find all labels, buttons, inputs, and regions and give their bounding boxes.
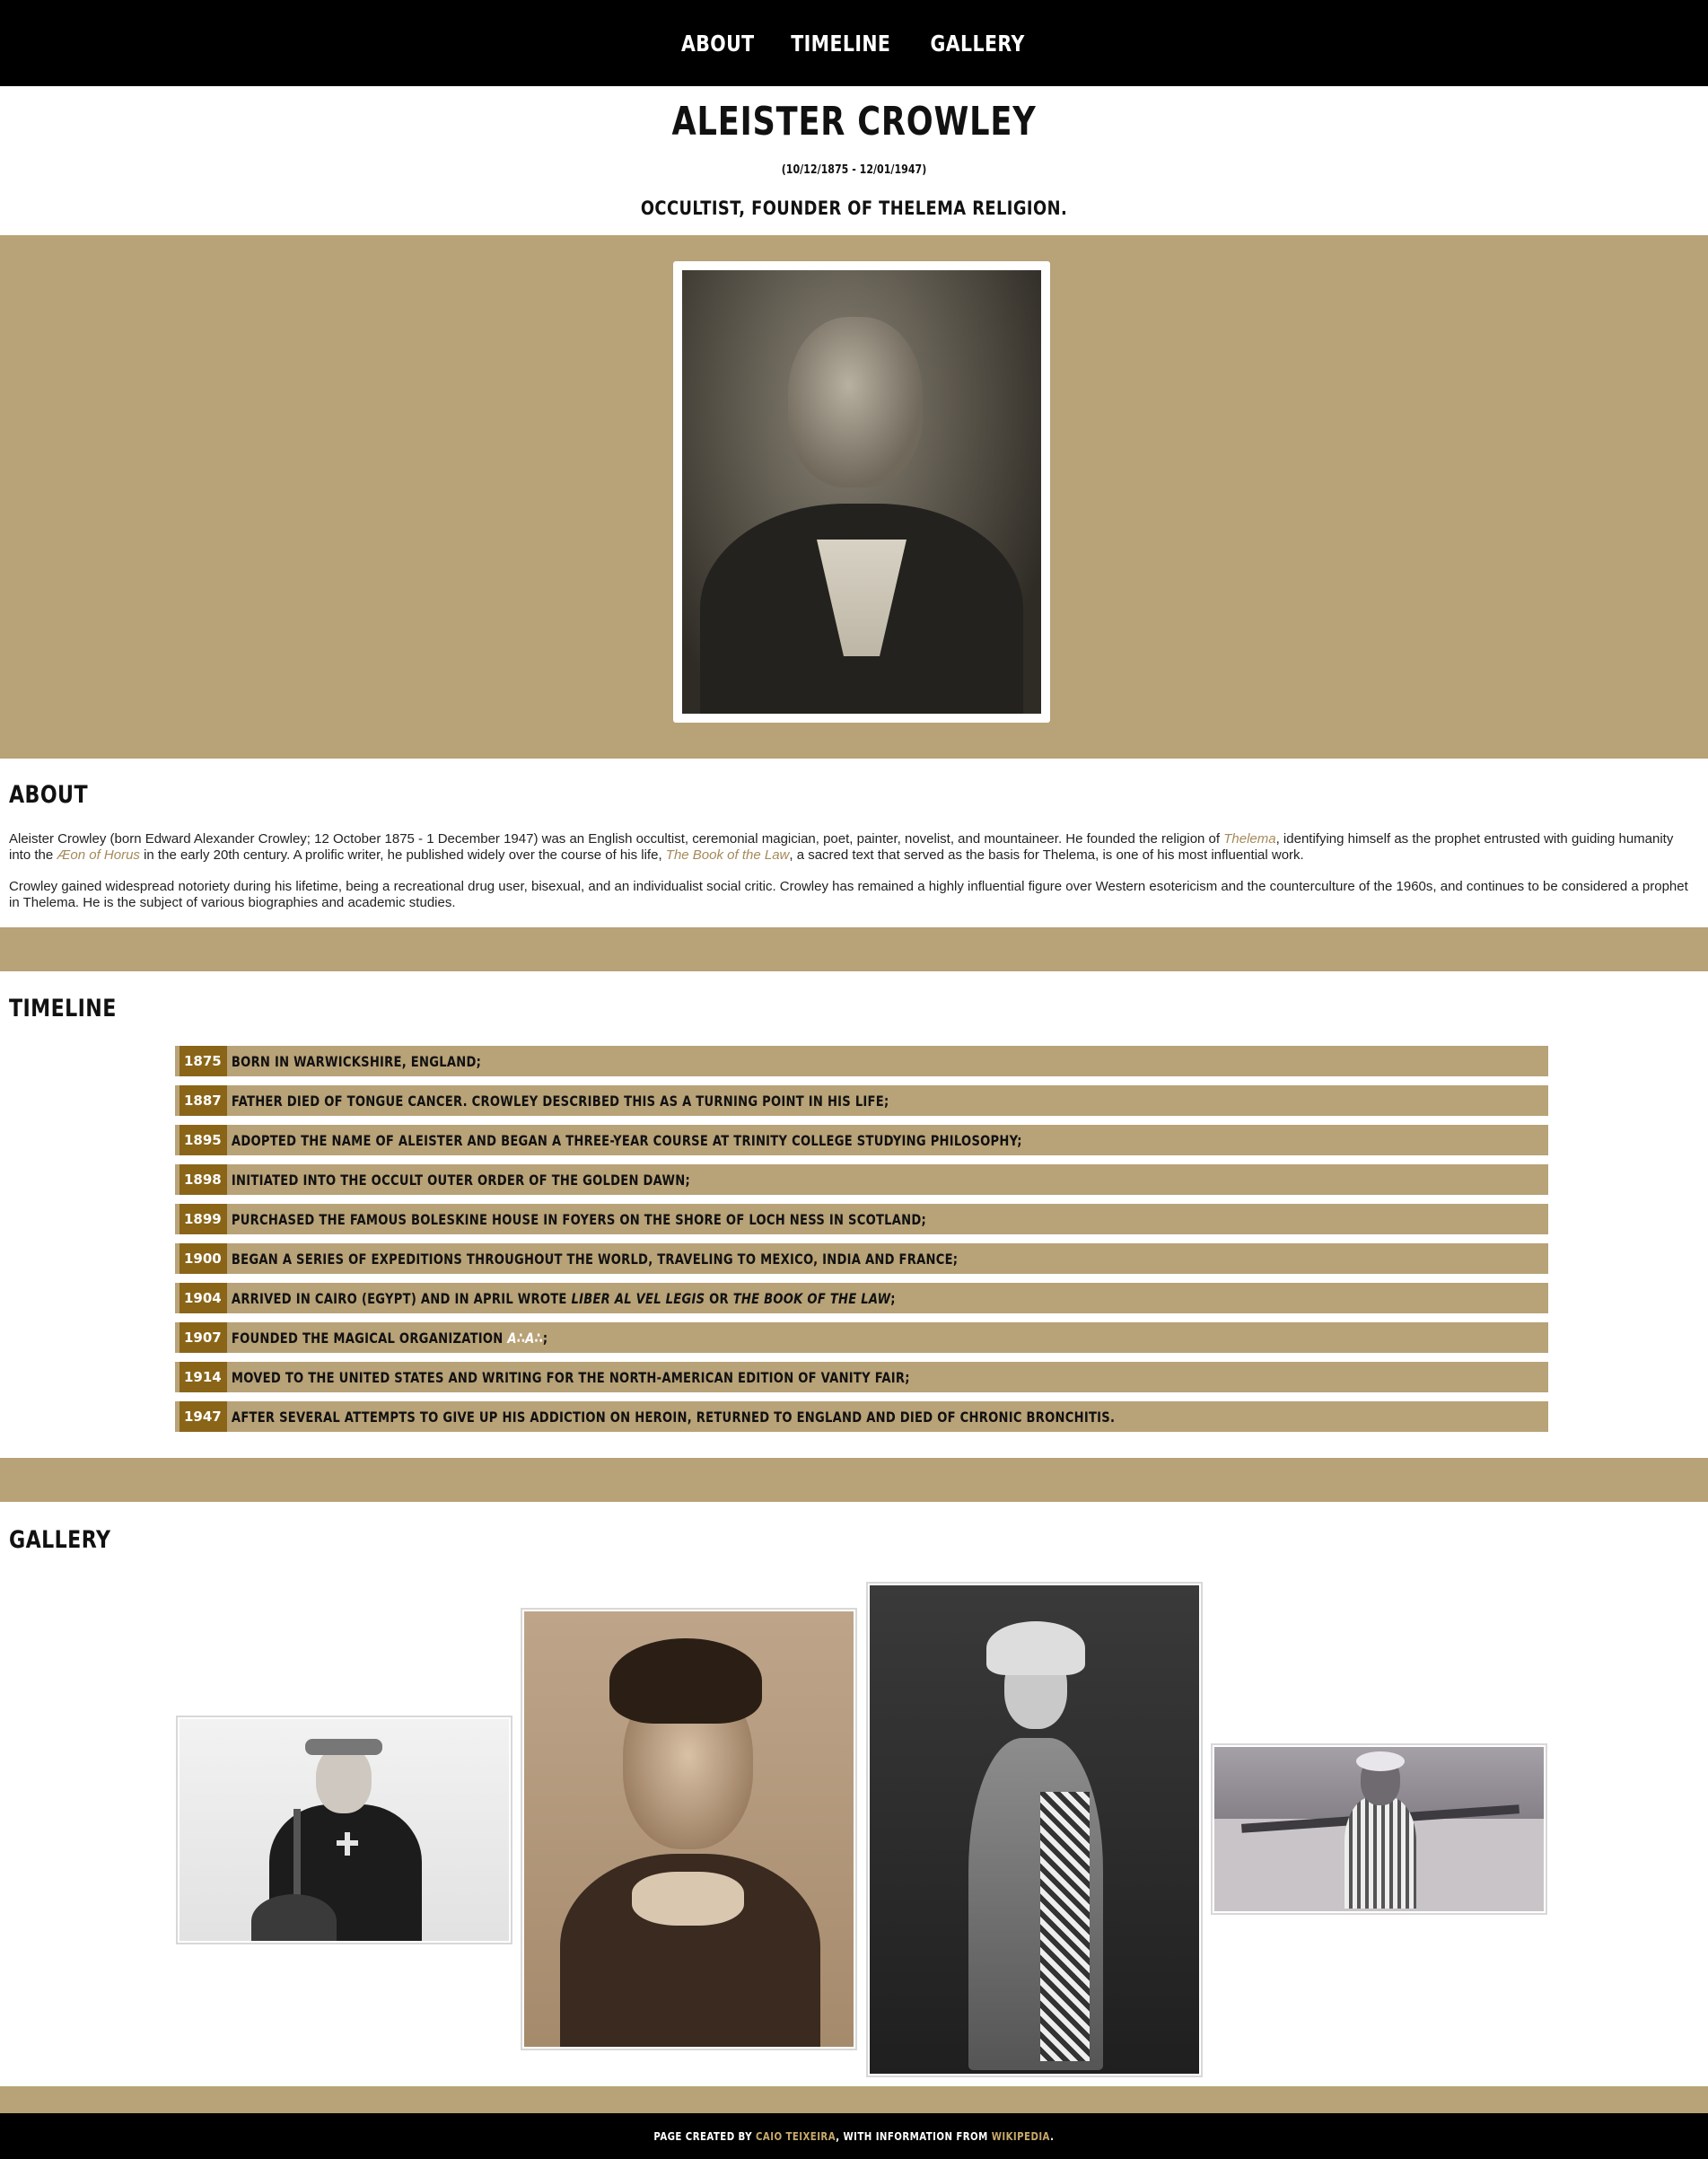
timeline-year: 1899 [180, 1204, 227, 1234]
timeline-year: 1898 [180, 1164, 227, 1195]
author-link[interactable]: CAIO TEIXEIRA [756, 2130, 836, 2143]
timeline-year: 1895 [180, 1125, 227, 1155]
timeline-item: 1898 INITIATED INTO THE OCCULT OUTER ORDE… [175, 1164, 1548, 1195]
about-text: Aleister Crowley (born Edward Alexander … [9, 831, 1696, 926]
portrait-image [673, 261, 1050, 723]
footer-prefix: PAGE CREATED BY [653, 2129, 757, 2143]
timeline-text: BEGAN A SERIES OF EXPEDITIONS THROUGHOUT… [231, 1250, 959, 1268]
book-of-the-law-link[interactable]: The Book of the Law [666, 847, 790, 863]
timeline-item: 1947 AFTER SEVERAL ATTEMPTS TO GIVE UP HI… [175, 1401, 1548, 1432]
timeline-text: BORN IN WARWICKSHIRE, ENGLAND; [231, 1052, 481, 1070]
timeline-item: 1899 PURCHASED THE FAMOUS BOLESKINE HOUSE… [175, 1204, 1548, 1234]
divider-band-1 [0, 927, 1708, 971]
about-heading: ABOUT [9, 781, 88, 809]
timeline-year: 1947 [180, 1401, 227, 1432]
gallery-heading: GALLERY [9, 1526, 111, 1554]
timeline-year: 1914 [180, 1362, 227, 1392]
gallery-image-4[interactable] [1211, 1743, 1547, 1915]
about-paragraph-1: Aleister Crowley (born Edward Alexander … [9, 831, 1674, 863]
timeline-year: 1904 [180, 1283, 227, 1313]
timeline-list: 1875 BORN IN WARWICKSHIRE, ENGLAND; 1887 F… [175, 1046, 1548, 1441]
top-nav: ABOUT TIMELINE GALLERY [0, 0, 1708, 86]
book-of-law-title: THE BOOK OF THE LAW [732, 1289, 891, 1307]
timeline-item: 1887 FATHER DIED OF TONGUE CANCER. CROWLE… [175, 1085, 1548, 1116]
timeline-text: ARRIVED IN CAIRO (EGYPT) AND IN APRIL WR… [231, 1289, 896, 1307]
timeline-text: MOVED TO THE UNITED STATES AND WRITING F… [231, 1368, 910, 1386]
footer-middle: , WITH INFORMATION FROM [836, 2129, 992, 2143]
gallery-image-1[interactable] [176, 1716, 512, 1944]
wikipedia-link[interactable]: WIKIPEDIA [992, 2130, 1050, 2143]
about-paragraph-2: Crowley gained widespread notoriety duri… [9, 879, 1688, 910]
divider-band-2 [0, 1458, 1708, 1502]
thelema-link[interactable]: Thelema [1223, 831, 1275, 847]
timeline-item: 1900 BEGAN A SERIES OF EXPEDITIONS THROUG… [175, 1243, 1548, 1274]
aa-organization: A∴A∴ [507, 1329, 543, 1347]
timeline-item: 1904 ARRIVED IN CAIRO (EGYPT) AND IN APRI… [175, 1283, 1548, 1313]
divider-band-3 [0, 2086, 1708, 2113]
page-subtitle: OCCULTIST, FOUNDER OF THELEMA RELIGION. [640, 197, 1068, 219]
gallery-image-2[interactable] [521, 1608, 857, 2050]
nav-about-link[interactable]: ABOUT [681, 31, 755, 57]
gallery-image-3[interactable] [866, 1582, 1203, 2077]
page-footer: PAGE CREATED BY CAIO TEIXEIRA, WITH INFO… [0, 2113, 1708, 2159]
timeline-year: 1875 [180, 1046, 227, 1076]
timeline-text: ADOPTED THE NAME OF ALEISTER AND BEGAN A… [231, 1131, 1022, 1149]
footer-suffix: . [1050, 2129, 1055, 2143]
aeon-of-horus-link[interactable]: Æon of Horus [57, 847, 140, 863]
page-title: ALEISTER CROWLEY [671, 99, 1037, 145]
nav-gallery-link[interactable]: GALLERY [930, 31, 1024, 57]
timeline-text: AFTER SEVERAL ATTEMPTS TO GIVE UP HIS AD… [231, 1408, 1115, 1426]
page-header: ALEISTER CROWLEY (10/12/1875 - 12/01/194… [0, 86, 1708, 235]
timeline-item: 1895 ADOPTED THE NAME OF ALEISTER AND BEG… [175, 1125, 1548, 1155]
timeline-item: 1914 MOVED TO THE UNITED STATES AND WRITI… [175, 1362, 1548, 1392]
timeline-year: 1907 [180, 1322, 227, 1353]
portrait-photo [682, 270, 1041, 714]
liber-al-title: LIBER AL VEL LEGIS [571, 1289, 705, 1307]
timeline-year: 1887 [180, 1085, 227, 1116]
timeline-text: PURCHASED THE FAMOUS BOLESKINE HOUSE IN … [231, 1210, 926, 1228]
timeline-text: INITIATED INTO THE OCCULT OUTER ORDER OF… [231, 1171, 690, 1189]
timeline-item: 1875 BORN IN WARWICKSHIRE, ENGLAND; [175, 1046, 1548, 1076]
timeline-year: 1900 [180, 1243, 227, 1274]
timeline-heading: TIMELINE [9, 995, 117, 1022]
life-dates: (10/12/1875 - 12/01/1947) [781, 163, 927, 177]
timeline-text: FOUNDED THE MAGICAL ORGANIZATION A∴A∴; [231, 1329, 548, 1347]
timeline-item: 1907 FOUNDED THE MAGICAL ORGANIZATION A∴A… [175, 1322, 1548, 1353]
timeline-text: FATHER DIED OF TONGUE CANCER. CROWLEY DE… [231, 1092, 889, 1110]
nav-timeline-link[interactable]: TIMELINE [792, 31, 891, 57]
